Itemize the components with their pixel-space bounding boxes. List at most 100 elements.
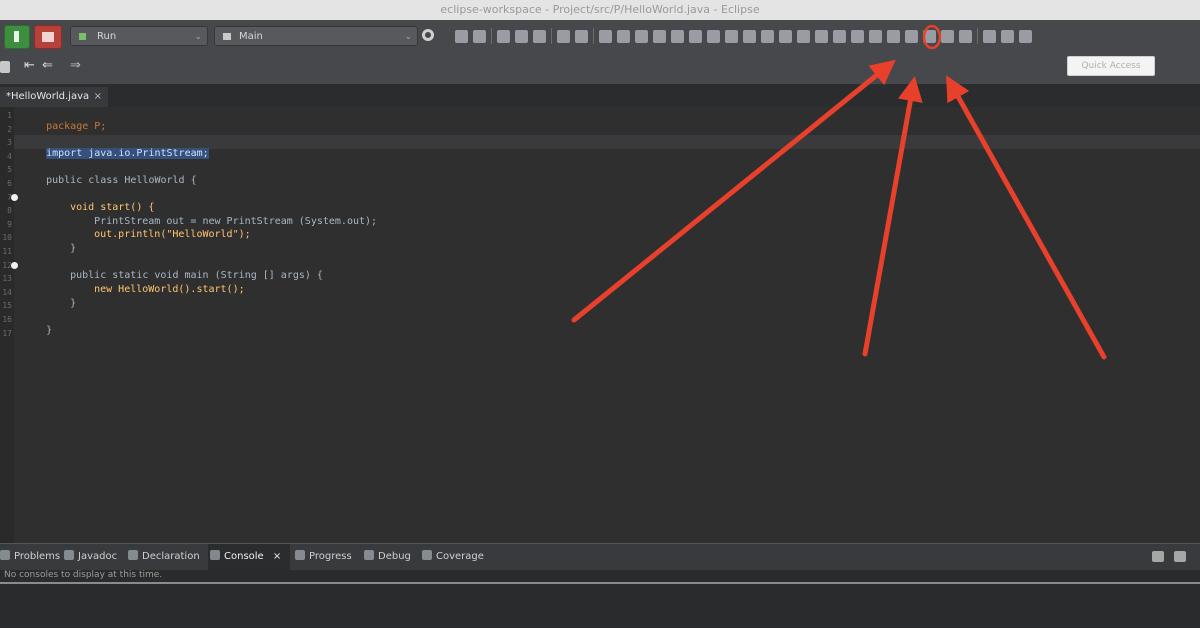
toolbar-separator	[593, 28, 594, 44]
minimize-icon[interactable]	[1152, 551, 1164, 562]
tab-label: Console	[224, 551, 264, 562]
tab-coverage[interactable]: Coverage	[422, 544, 484, 570]
maximize-icon[interactable]	[1174, 551, 1186, 562]
console-view: No consoles to display at this time.	[0, 570, 1200, 628]
forward-icon[interactable]: ⇒	[70, 58, 81, 73]
prev-icon[interactable]	[797, 29, 810, 43]
terminal-icon[interactable]	[575, 29, 588, 43]
line-number: 13	[2, 274, 12, 284]
navigate-icon[interactable]	[617, 29, 630, 43]
code-editor[interactable]: 1 2 3 4 5 6 7 8 9 10 11 12 13 14 15 16 17 package P; imp…	[0, 107, 1200, 543]
tab-declaration[interactable]: Declaration	[128, 544, 200, 570]
tab-label: Problems	[14, 551, 61, 562]
line-number: 15	[2, 301, 12, 311]
settings-icon[interactable]	[599, 29, 612, 43]
toolbar-separator	[491, 28, 492, 44]
edit-icon[interactable]	[689, 29, 702, 43]
debug-icon	[364, 550, 374, 560]
tab-helloworld-java[interactable]: *HelloWorld.java ×	[0, 87, 108, 107]
problems-icon	[0, 550, 10, 560]
refactor-icon[interactable]	[761, 29, 774, 43]
coverage-icon	[422, 550, 432, 560]
chevron-down-icon: ⌄	[194, 32, 202, 42]
toolbar-separator	[551, 28, 552, 44]
code-text: }	[46, 325, 53, 336]
brush-icon[interactable]	[959, 29, 972, 43]
code-text: }	[70, 243, 77, 254]
print-icon[interactable]	[497, 29, 510, 43]
undo-icon[interactable]	[707, 29, 720, 43]
tab-label: Declaration	[142, 551, 200, 562]
line-number: 17	[2, 328, 12, 338]
target-label: Main	[239, 31, 263, 42]
back-arrow-icon[interactable]: ⇐	[42, 58, 53, 73]
list-icon[interactable]	[635, 29, 648, 43]
code-line-13: new HelloWorld().start();	[70, 273, 245, 306]
tab-console[interactable]: Console ×	[208, 544, 290, 570]
type-icon[interactable]	[779, 29, 792, 43]
task-icon[interactable]	[905, 29, 918, 43]
save-icon[interactable]	[473, 29, 486, 43]
breakpoint-marker[interactable]	[11, 194, 18, 201]
link-icon[interactable]	[671, 29, 684, 43]
code-line-16: }	[22, 314, 52, 347]
line-number: 14	[2, 287, 12, 297]
selected-import-text: import java.io.PrintStream;	[46, 148, 209, 159]
last-edit-icon[interactable]	[0, 61, 10, 73]
target-icon	[223, 33, 231, 40]
comment-icon[interactable]	[557, 29, 570, 43]
tab-javadoc[interactable]: Javadoc	[64, 544, 117, 570]
run-button[interactable]	[4, 25, 30, 49]
zoom-icon[interactable]	[869, 29, 882, 43]
folder-icon[interactable]	[941, 29, 954, 43]
code-text: package P;	[46, 121, 107, 132]
chevron-down-icon: ⌄	[404, 32, 412, 42]
gear-icon[interactable]	[422, 29, 434, 41]
grid-icon[interactable]	[653, 29, 666, 43]
redo-icon[interactable]	[725, 29, 738, 43]
code-text: public class HelloWorld {	[46, 175, 197, 186]
java-perspective-icon[interactable]	[1001, 29, 1014, 43]
package-icon[interactable]	[923, 29, 936, 43]
progress-icon	[295, 550, 305, 560]
quick-access-input[interactable]: Quick Access	[1067, 56, 1155, 76]
new-icon[interactable]	[455, 29, 468, 43]
run-config-label: Run	[97, 31, 117, 42]
toolbar-icon-group	[455, 26, 1032, 46]
window-title: eclipse-workspace - Project/src/P/HelloW…	[440, 3, 760, 16]
quick-access-placeholder: Quick Access	[1081, 61, 1141, 71]
code-text: out.println("HelloWorld");	[94, 229, 251, 240]
close-icon[interactable]: ×	[94, 87, 102, 107]
marker-icon[interactable]	[851, 29, 864, 43]
target-select[interactable]: Main ⌄	[214, 26, 418, 46]
bookmark-icon[interactable]	[887, 29, 900, 43]
tab-label: Progress	[309, 551, 352, 562]
highlight-icon[interactable]	[815, 29, 828, 43]
line-number: 16	[2, 315, 12, 324]
back-icon[interactable]: ⇤	[24, 58, 35, 73]
tab-progress[interactable]: Progress	[295, 544, 352, 570]
line-number: 4	[7, 151, 12, 161]
open-perspective-icon[interactable]	[983, 29, 996, 43]
close-icon[interactable]: ×	[273, 551, 281, 562]
copy-icon[interactable]	[515, 29, 528, 43]
stop-button[interactable]	[34, 25, 62, 49]
main-toolbar: Run ⌄ Main ⌄	[0, 20, 1200, 53]
next-icon[interactable]	[833, 29, 846, 43]
line-number: 6	[7, 179, 12, 188]
line-number: 8	[7, 206, 12, 216]
search-icon[interactable]	[743, 29, 756, 43]
debug-icon[interactable]	[533, 29, 546, 43]
line-number: 2	[7, 124, 12, 134]
tab-debug[interactable]: Debug	[364, 544, 411, 570]
line-number: 10	[2, 233, 12, 243]
editor-tab-bar: *HelloWorld.java ×	[0, 85, 1200, 107]
bottom-view-tabs: Problems Javadoc Declaration Console × P…	[0, 543, 1200, 570]
line-number: 11	[2, 247, 12, 256]
line-number: 1	[7, 111, 12, 120]
tab-label: Javadoc	[78, 551, 118, 562]
breakpoint-marker[interactable]	[11, 262, 18, 269]
run-config-select[interactable]: Run ⌄	[70, 26, 208, 46]
tab-problems[interactable]: Problems	[0, 544, 60, 570]
debug-perspective-icon[interactable]	[1019, 29, 1032, 43]
